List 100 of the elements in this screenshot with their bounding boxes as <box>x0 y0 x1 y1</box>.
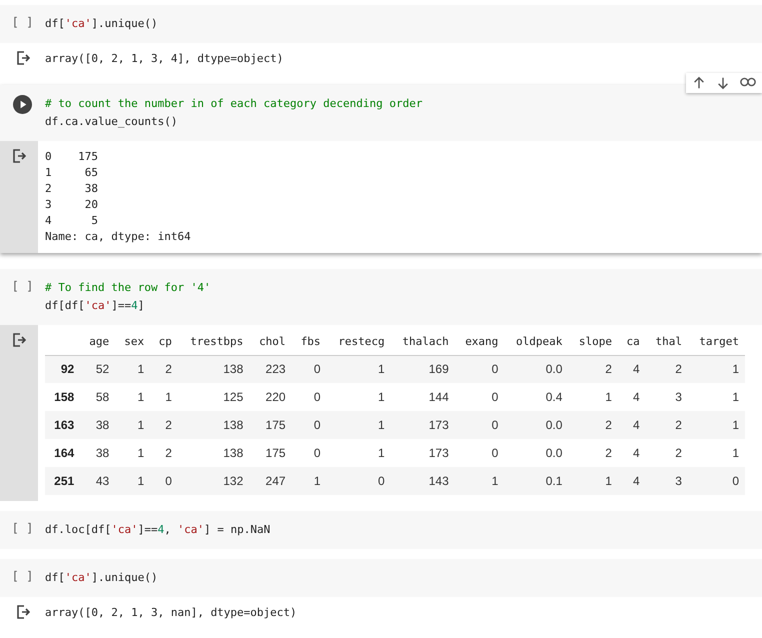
table-cell: 43 <box>80 467 116 495</box>
table-cell: 0 <box>454 411 504 439</box>
table-cell: 1 <box>326 355 391 383</box>
table-cell: 138 <box>178 355 250 383</box>
row-index: 251 <box>45 467 80 495</box>
code-line: df[df['ca']==4] <box>45 298 146 314</box>
output-line: 3 20 <box>45 197 99 213</box>
table-cell: 1 <box>688 411 745 439</box>
table-cell: 4 <box>618 355 646 383</box>
table-cell: 2 <box>150 411 178 439</box>
table-cell: 132 <box>178 467 250 495</box>
table-cell: 1 <box>326 411 391 439</box>
table-cell: 175 <box>249 439 292 467</box>
code-line: # To find the row for '4' <box>45 280 211 296</box>
table-cell: 0 <box>454 383 504 411</box>
column-header: oldpeak <box>504 329 568 355</box>
column-header: age <box>80 329 116 355</box>
table-cell: 2 <box>150 439 178 467</box>
code-line: # to count the number in of each category decending order <box>45 96 422 112</box>
output-line: Name: ca, dtype: int64 <box>45 229 191 245</box>
column-header: fbs <box>292 329 327 355</box>
table-cell: 2 <box>568 439 618 467</box>
output-line: 1 65 <box>45 165 99 181</box>
output-icon <box>12 149 26 163</box>
table-cell: 0 <box>150 467 178 495</box>
table-cell: 0 <box>326 467 391 495</box>
table-cell: 4 <box>618 383 646 411</box>
table-cell: 0 <box>292 383 327 411</box>
column-header: thalach <box>390 329 455 355</box>
output-line: array([0, 2, 1, 3, 4], dtype=object) <box>45 51 284 67</box>
table-cell: 1 <box>115 355 150 383</box>
code-line: df.ca.value_counts() <box>45 114 178 130</box>
table-cell: 138 <box>178 411 250 439</box>
table-cell: 1 <box>115 439 150 467</box>
table-cell: 220 <box>249 383 292 411</box>
table-cell: 138 <box>178 439 250 467</box>
link-icon[interactable] <box>740 76 756 88</box>
table-cell: 173 <box>390 411 455 439</box>
output-line: 0 175 <box>45 149 99 165</box>
column-header: cp <box>150 329 178 355</box>
row-index: 163 <box>45 411 80 439</box>
arrow-up-icon[interactable] <box>692 76 706 90</box>
table-cell: 38 <box>80 439 116 467</box>
table-cell: 1 <box>568 467 618 495</box>
output-line: 2 38 <box>45 181 99 197</box>
output-line: 4 5 <box>45 213 99 229</box>
table-cell: 0 <box>292 355 327 383</box>
column-header: thal <box>646 329 688 355</box>
column-header: slope <box>568 329 618 355</box>
table-cell: 247 <box>249 467 292 495</box>
table-cell: 173 <box>390 439 455 467</box>
table-cell: 1 <box>115 411 150 439</box>
table-cell: 3 <box>646 467 688 495</box>
table-cell: 0 <box>454 439 504 467</box>
table-cell: 0.4 <box>504 383 568 411</box>
table-cell: 4 <box>618 411 646 439</box>
table-cell: 0 <box>292 411 327 439</box>
cell-prompt[interactable]: [ ] <box>12 15 34 29</box>
table-cell: 2 <box>646 439 688 467</box>
table-cell: 2 <box>568 411 618 439</box>
run-icon[interactable] <box>13 95 32 114</box>
column-header: restecg <box>326 329 391 355</box>
table-cell: 3 <box>646 383 688 411</box>
column-header: chol <box>249 329 292 355</box>
table-cell: 0 <box>454 355 504 383</box>
table-cell: 169 <box>390 355 455 383</box>
table-cell: 175 <box>249 411 292 439</box>
code-line: df['ca'].unique() <box>45 570 158 586</box>
table-cell: 1 <box>115 383 150 411</box>
table-cell: 1 <box>688 439 745 467</box>
column-header: exang <box>454 329 504 355</box>
cell-prompt[interactable]: [ ] <box>12 279 34 293</box>
table-cell: 2 <box>150 355 178 383</box>
table-cell: 0 <box>292 439 327 467</box>
code-line: df['ca'].unique() <box>45 16 158 32</box>
table-cell: 2 <box>646 411 688 439</box>
row-index: 164 <box>45 439 80 467</box>
output-icon <box>12 333 26 347</box>
column-header: sex <box>115 329 150 355</box>
arrow-down-icon[interactable] <box>716 76 730 90</box>
table-cell: 1 <box>115 467 150 495</box>
table-cell: 125 <box>178 383 250 411</box>
table-cell: 4 <box>618 467 646 495</box>
table-cell: 2 <box>646 355 688 383</box>
cell-prompt[interactable]: [ ] <box>12 521 34 535</box>
column-header: target <box>688 329 745 355</box>
table-cell: 0.0 <box>504 439 568 467</box>
table-cell: 4 <box>618 439 646 467</box>
table-cell: 58 <box>80 383 116 411</box>
table-cell: 0.0 <box>504 411 568 439</box>
table-cell: 223 <box>249 355 292 383</box>
table-cell: 1 <box>568 383 618 411</box>
output-line: array([0, 2, 1, 3, nan], dtype=object) <box>45 605 297 621</box>
output-icon <box>16 605 30 619</box>
table-cell: 144 <box>390 383 455 411</box>
table-cell: 2 <box>568 355 618 383</box>
table-cell: 0.0 <box>504 355 568 383</box>
table-cell: 1 <box>326 439 391 467</box>
cell-prompt[interactable]: [ ] <box>12 569 34 583</box>
table-cell: 1 <box>292 467 327 495</box>
